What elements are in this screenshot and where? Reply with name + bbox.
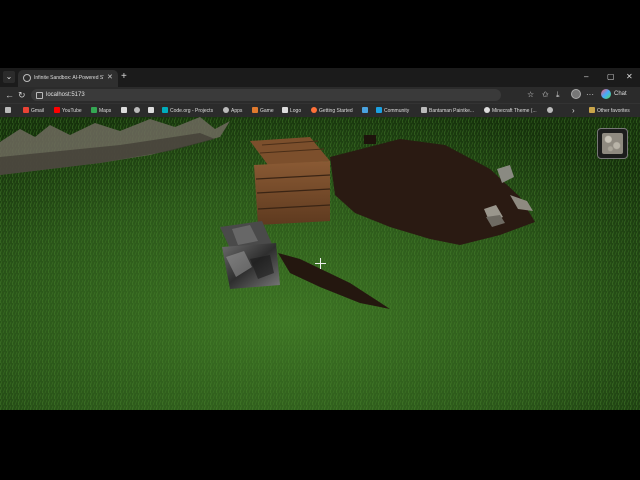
game-icon bbox=[252, 107, 258, 113]
bookmark-apps[interactable]: Apps bbox=[223, 105, 242, 117]
download-icon[interactable]: ⤓ bbox=[556, 89, 560, 101]
tab-actions-icon[interactable]: ⌄ bbox=[3, 71, 15, 83]
stone-block-icon bbox=[602, 133, 623, 154]
minecraft-icon bbox=[484, 107, 490, 113]
globe-icon bbox=[547, 107, 553, 113]
maximize-button[interactable]: ▢ bbox=[607, 72, 615, 82]
close-window-button[interactable]: ✕ bbox=[626, 72, 633, 82]
minimize-button[interactable]: – bbox=[584, 72, 588, 82]
url-field[interactable]: localhost:5173 bbox=[31, 89, 501, 101]
bookmark-youtube[interactable]: YouTube bbox=[54, 105, 82, 117]
tab-title: Infinite Sandbox: AI-Powered STE bbox=[34, 75, 104, 81]
game-canvas[interactable] bbox=[0, 117, 640, 410]
more-options-icon[interactable]: ··· bbox=[586, 89, 594, 101]
community-icon bbox=[376, 107, 382, 113]
gmail-icon bbox=[23, 107, 29, 113]
site-info-icon[interactable] bbox=[36, 92, 43, 99]
bookmark-codeorg[interactable]: Code.org - Projects bbox=[162, 105, 213, 117]
bookmark-logo[interactable]: Logo bbox=[282, 105, 301, 117]
bookmark-paint[interactable]: Bantaman Paintke... bbox=[421, 105, 474, 117]
other-favorites[interactable]: Other favorites bbox=[589, 105, 630, 117]
paint-icon bbox=[421, 107, 427, 113]
bookmark-minecraft[interactable]: Minecraft Theme (... bbox=[484, 105, 537, 117]
close-tab-icon[interactable]: ✕ bbox=[107, 73, 113, 83]
chat-button[interactable]: Chat bbox=[614, 88, 627, 100]
profile-avatar[interactable] bbox=[571, 89, 581, 99]
grid-icon bbox=[5, 107, 11, 113]
tab-active[interactable]: Infinite Sandbox: AI-Powered STE ✕ bbox=[18, 70, 118, 87]
folder-icon bbox=[589, 107, 595, 113]
bookmark-globe[interactable] bbox=[134, 105, 142, 117]
bookmark-f[interactable] bbox=[121, 105, 129, 117]
bookmark-game[interactable]: Game bbox=[252, 105, 274, 117]
tab-bar: ⌄ Infinite Sandbox: AI-Powered STE ✕ + –… bbox=[0, 68, 640, 87]
globe-icon bbox=[23, 74, 31, 82]
bookmark-grid[interactable] bbox=[5, 105, 13, 117]
youtube-icon bbox=[54, 107, 60, 113]
reload-button[interactable]: ↻ bbox=[18, 89, 26, 101]
back-button[interactable]: ← bbox=[5, 89, 14, 101]
f-icon bbox=[121, 107, 127, 113]
new-tab-button[interactable]: + bbox=[121, 71, 127, 83]
globe-icon bbox=[134, 107, 140, 113]
codeorg-icon bbox=[162, 107, 168, 113]
code-icon bbox=[148, 107, 154, 113]
firefox-icon bbox=[311, 107, 317, 113]
maps-icon bbox=[91, 107, 97, 113]
url-text: localhost:5173 bbox=[46, 92, 85, 98]
wave-icon bbox=[362, 107, 368, 113]
bookmark-globe-2[interactable] bbox=[547, 105, 555, 117]
favorite-star-icon[interactable]: ☆ bbox=[527, 89, 534, 101]
copilot-icon[interactable] bbox=[601, 89, 611, 99]
favorites-icon[interactable]: ✩ bbox=[542, 89, 549, 101]
bookmark-wave[interactable] bbox=[362, 105, 370, 117]
bookmark-getting-started[interactable]: Getting Started bbox=[311, 105, 353, 117]
bookmarks-bar: Gmail YouTube Maps Code.org - Projects A… bbox=[0, 103, 640, 117]
crosshair bbox=[315, 258, 326, 269]
letterbox-top bbox=[0, 0, 640, 68]
bookmark-code[interactable] bbox=[148, 105, 156, 117]
bookmarks-more-icon[interactable]: › bbox=[572, 105, 575, 117]
address-bar-row: ← ↻ localhost:5173 ☆ ✩ ⤓ ··· bbox=[0, 87, 640, 103]
logo-icon bbox=[282, 107, 288, 113]
bookmark-community[interactable]: Community bbox=[376, 105, 409, 117]
letterbox-bottom bbox=[0, 410, 640, 480]
bookmark-maps[interactable]: Maps bbox=[91, 105, 111, 117]
apps-icon bbox=[223, 107, 229, 113]
selected-block-slot[interactable] bbox=[597, 128, 628, 159]
bookmark-gmail[interactable]: Gmail bbox=[23, 105, 44, 117]
dirt-mound bbox=[364, 135, 376, 144]
